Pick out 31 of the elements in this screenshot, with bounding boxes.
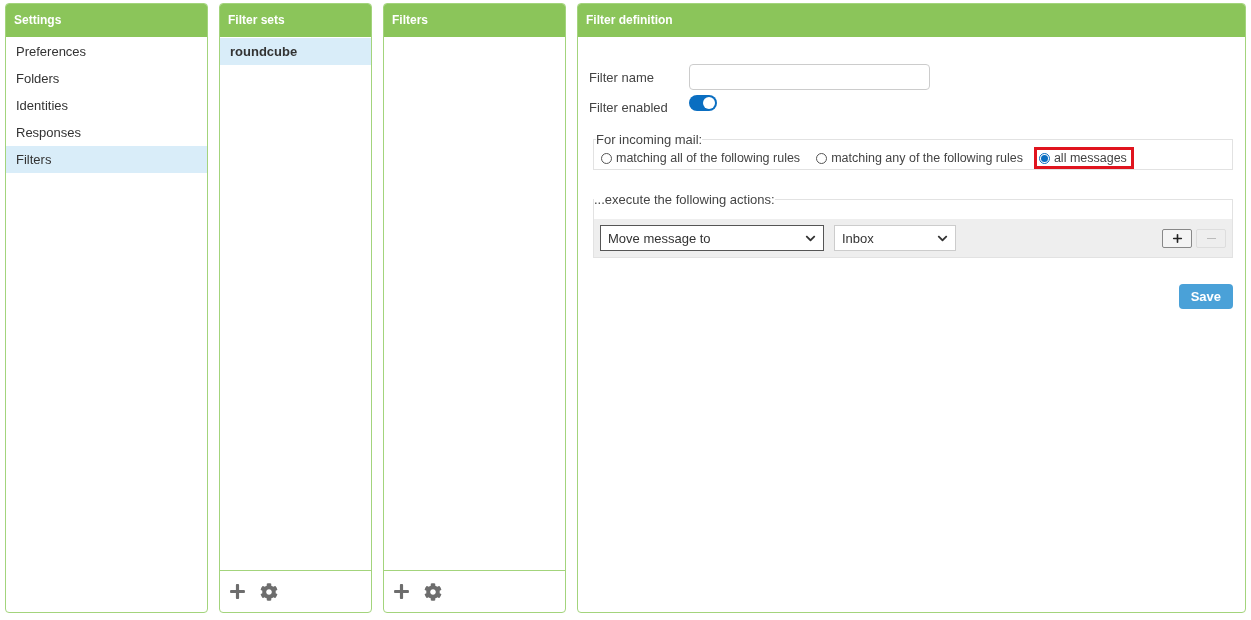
field-label: Filter name xyxy=(589,69,656,85)
radio-button[interactable] xyxy=(816,152,828,164)
radio-button[interactable] xyxy=(601,152,612,164)
panel-title: Filter sets xyxy=(220,4,371,37)
plus-icon[interactable] xyxy=(393,583,410,600)
plus-icon xyxy=(1170,231,1184,245)
list-item[interactable]: Identities xyxy=(6,92,207,119)
panel-title: Settings xyxy=(6,4,207,37)
toggle-switch[interactable] xyxy=(689,95,717,111)
folder-select[interactable]: Inbox xyxy=(834,225,956,251)
radio-option[interactable]: matching all of the following rules xyxy=(596,147,808,169)
radio-button[interactable] xyxy=(1038,152,1050,164)
list-item[interactable]: Responses xyxy=(6,119,207,146)
plus-icon[interactable] xyxy=(229,583,246,600)
add-button[interactable] xyxy=(1162,228,1192,248)
list-item[interactable]: Folders xyxy=(6,65,207,92)
list-item[interactable]: Filters xyxy=(6,146,207,173)
gear-icon[interactable] xyxy=(424,582,442,601)
radio-option[interactable]: all messages xyxy=(1033,147,1134,169)
filter-name-field[interactable] xyxy=(689,64,930,90)
fieldset-legend: For incoming mail: xyxy=(596,132,703,147)
panel-title: Filters xyxy=(384,4,565,37)
list-item[interactable]: roundcube xyxy=(220,38,371,65)
list-item[interactable]: Preferences xyxy=(6,38,207,65)
panel-title: Filter definition xyxy=(578,4,1245,37)
fieldset-legend: ...execute the following actions: xyxy=(594,192,775,207)
minus-icon xyxy=(1206,237,1216,239)
field-label: Filter enabled xyxy=(589,99,669,115)
radio-option[interactable]: matching any of the following rules xyxy=(811,147,1030,169)
action-select[interactable]: Move message to xyxy=(600,225,824,251)
gear-icon[interactable] xyxy=(260,582,278,601)
